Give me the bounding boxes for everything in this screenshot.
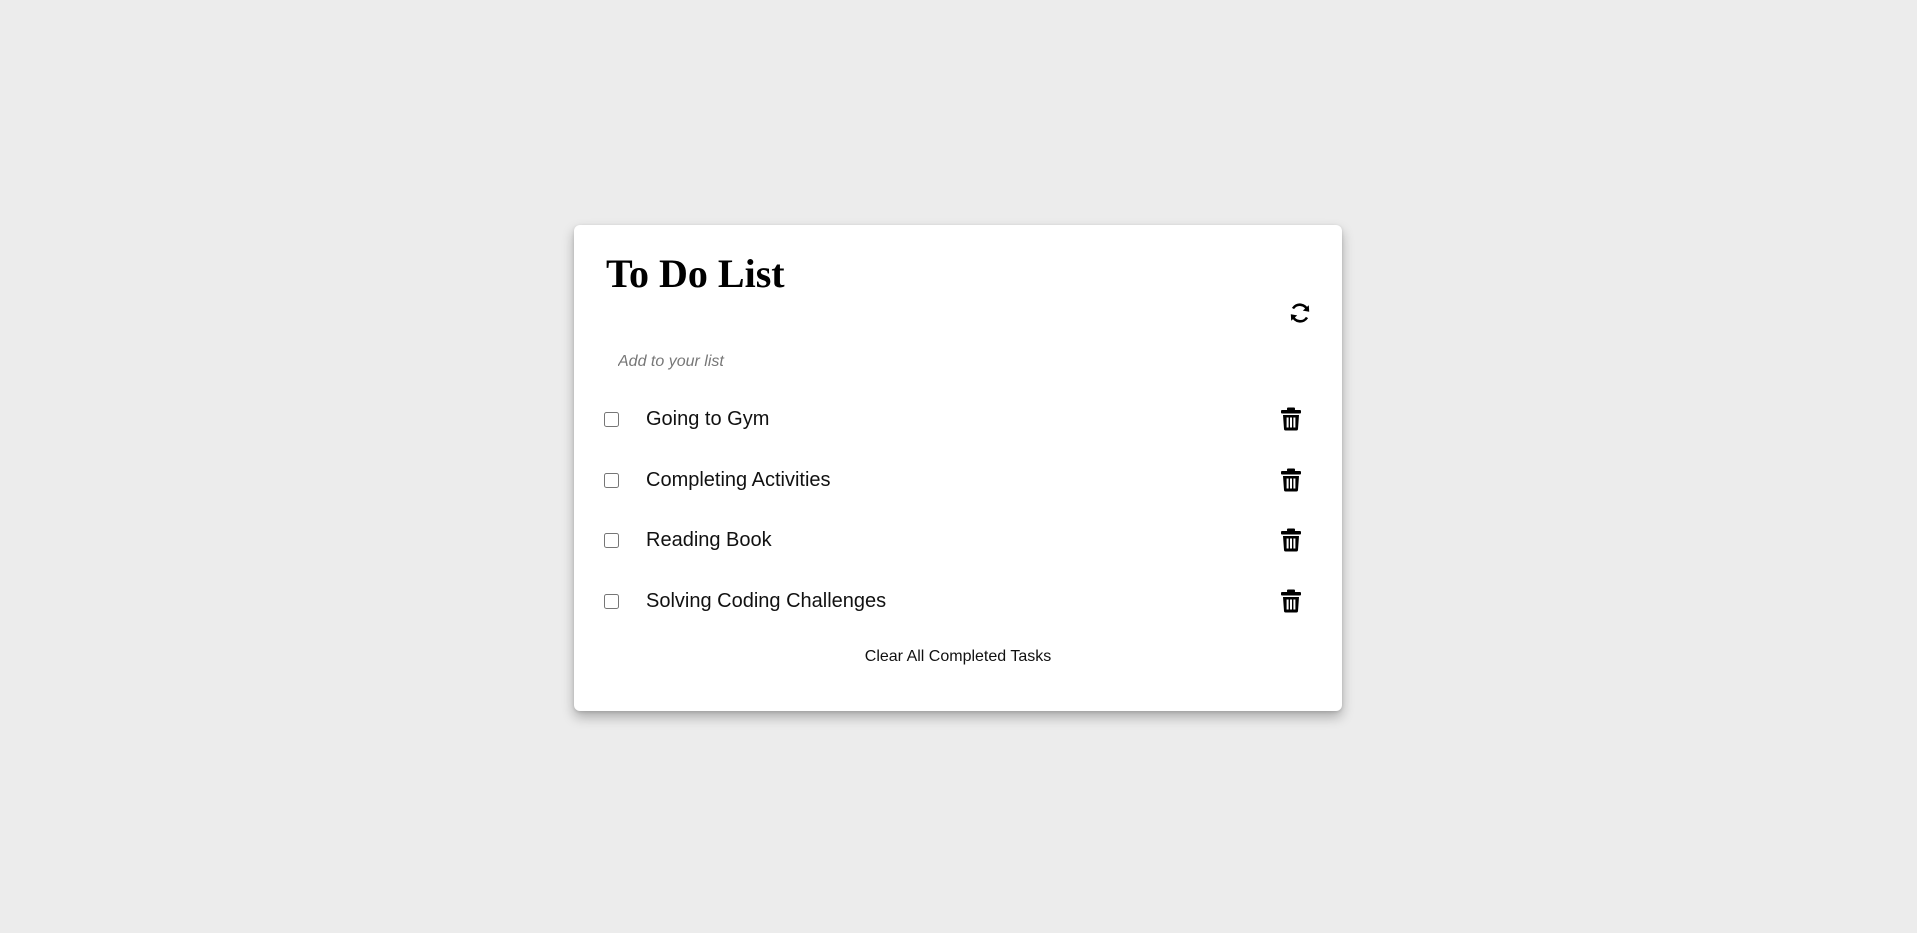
task-label: Solving Coding Challenges	[646, 589, 887, 612]
task-label: Reading Book	[646, 529, 772, 551]
list-item: Going to Gym	[574, 389, 1342, 450]
add-task-input[interactable]	[606, 345, 1296, 379]
list-item: Completing Activities	[574, 450, 1342, 511]
trash-icon[interactable]	[1280, 528, 1302, 552]
clear-completed-button[interactable]: Clear All Completed Tasks	[574, 648, 1342, 666]
list-item: Reading Book	[574, 510, 1342, 571]
page-title: To Do List	[606, 251, 785, 296]
task-checkbox[interactable]	[604, 533, 619, 548]
task-label: Going to Gym	[646, 408, 770, 430]
task-checkbox[interactable]	[604, 472, 619, 488]
task-checkbox[interactable]	[604, 412, 619, 427]
task-list: Going to Gym Completing Activities Readi…	[574, 389, 1342, 631]
task-checkbox[interactable]	[604, 593, 619, 609]
trash-icon[interactable]	[1280, 589, 1302, 613]
task-label: Completing Activities	[646, 468, 831, 491]
refresh-icon[interactable]	[1288, 301, 1312, 325]
todo-card: To Do List Going to Gym Completing Activ…	[574, 225, 1342, 711]
trash-icon[interactable]	[1280, 407, 1302, 431]
trash-icon[interactable]	[1280, 468, 1302, 492]
list-item: Solving Coding Challenges	[574, 571, 1342, 632]
